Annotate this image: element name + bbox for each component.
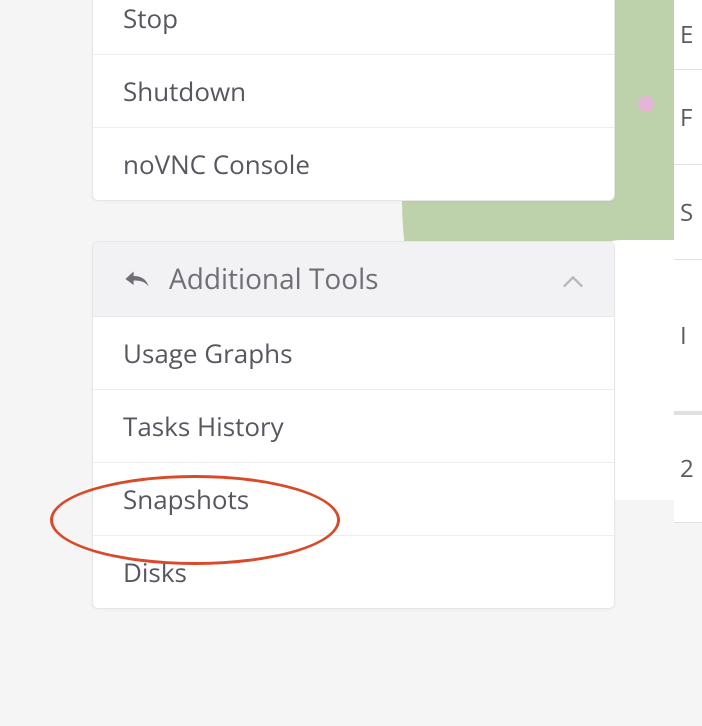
tool-item-snapshots[interactable]: Snapshots [93,463,614,536]
right-row: 2 [674,415,702,523]
tool-item-label: Disks [123,554,187,590]
chevron-up-icon [562,272,584,286]
tool-item-label: Snapshots [123,481,249,517]
right-row: I [674,260,702,415]
right-row-text: I [680,319,687,352]
right-row-text: E [680,18,693,51]
action-item-label: noVNC Console [123,146,310,182]
action-item-label: Shutdown [123,73,246,109]
actions-panel: Stop Shutdown noVNC Console [92,0,615,201]
tool-item-tasks-history[interactable]: Tasks History [93,390,614,463]
right-row-text: 2 [680,452,694,485]
reply-icon [123,267,151,291]
additional-tools-header[interactable]: Additional Tools [93,242,614,317]
action-item-novnc-console[interactable]: noVNC Console [93,128,614,200]
right-row-text: S [680,196,693,229]
action-item-shutdown[interactable]: Shutdown [93,55,614,128]
action-item-label: Stop [123,0,178,36]
tool-item-disks[interactable]: Disks [93,536,614,608]
action-item-stop[interactable]: Stop [93,0,614,55]
tool-item-label: Usage Graphs [123,335,292,371]
right-column-partial: E F S I 2 [674,0,702,726]
sidebar-panels: Stop Shutdown noVNC Console Additional T… [0,0,702,609]
tool-item-usage-graphs[interactable]: Usage Graphs [93,317,614,390]
right-row: E [674,0,702,70]
additional-tools-title: Additional Tools [169,260,379,298]
right-row-text: F [680,101,692,134]
right-row: S [674,165,702,260]
additional-tools-panel: Additional Tools Usage Graphs Tasks Hist… [92,241,615,609]
tool-item-label: Tasks History [123,408,284,444]
right-row: F [674,70,702,165]
